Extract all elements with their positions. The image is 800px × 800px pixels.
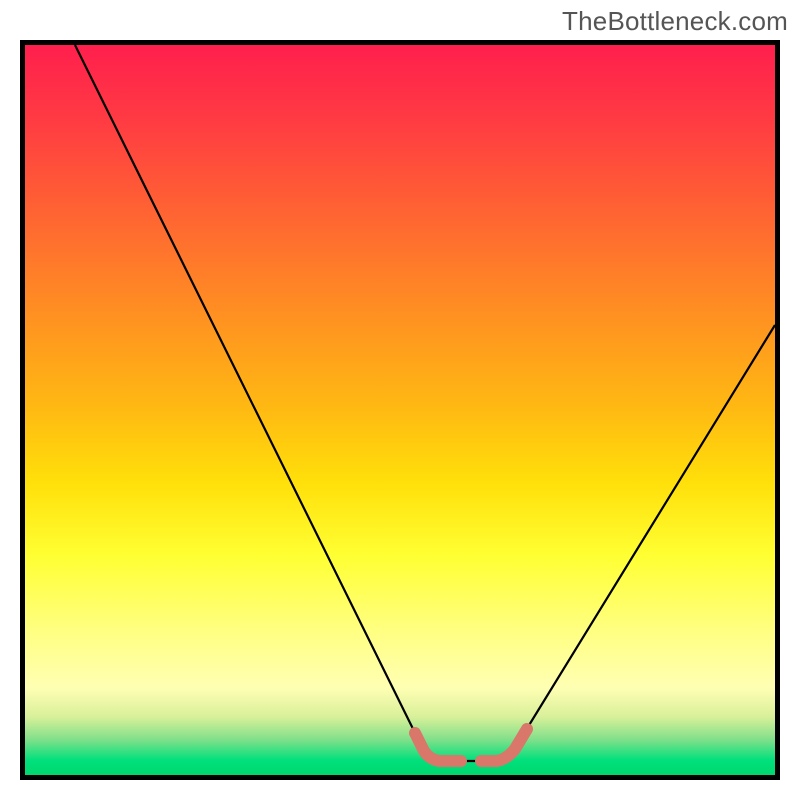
watermark-text: TheBottleneck.com — [562, 6, 788, 37]
valley-marker-left — [415, 733, 461, 761]
bottleneck-curve — [75, 45, 775, 761]
chart-frame — [20, 40, 780, 780]
bottleneck-curve-svg — [25, 45, 775, 775]
valley-marker-right — [481, 729, 527, 761]
